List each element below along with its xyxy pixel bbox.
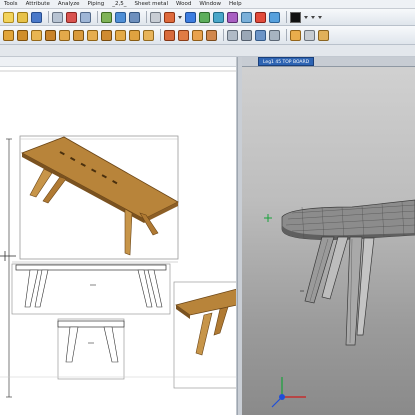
pan-icon[interactable] — [199, 11, 210, 23]
dowel-icon[interactable] — [73, 29, 84, 41]
partial-table-top[interactable] — [175, 288, 237, 316]
print-icon[interactable] — [52, 11, 63, 23]
drawing-sheet-view[interactable] — [0, 57, 237, 415]
menu-tools[interactable]: Tools — [0, 0, 22, 9]
menu-sheet-metal[interactable]: Sheet metal — [131, 0, 172, 9]
joint-icon[interactable] — [59, 29, 70, 41]
menu-2-5d[interactable]: _2,5_ — [108, 0, 130, 9]
assembly-icon[interactable] — [255, 11, 266, 23]
standard-toolbar — [0, 9, 415, 26]
menu-attribute[interactable]: Attribute — [22, 0, 54, 9]
save-icon[interactable] — [31, 11, 42, 23]
sheet-icon[interactable] — [241, 29, 252, 41]
part-icon[interactable] — [241, 11, 252, 23]
material-icon[interactable] — [192, 29, 203, 41]
hinge-icon[interactable] — [87, 29, 98, 41]
texture-icon[interactable] — [227, 29, 238, 41]
dropdown-arrow-icon[interactable] — [178, 15, 182, 19]
iso-leg-front-right[interactable] — [124, 208, 133, 256]
drill-icon[interactable] — [31, 29, 42, 41]
render-icon[interactable] — [227, 11, 238, 23]
undo-icon[interactable] — [101, 11, 112, 23]
toolbar-separator — [286, 29, 287, 41]
menu-piping[interactable]: Piping — [84, 0, 109, 9]
linestyle-dropdown-icon[interactable] — [311, 15, 315, 19]
toolbar-separator — [97, 11, 98, 23]
toolbar-separator — [160, 29, 161, 41]
view-icon[interactable] — [269, 11, 280, 23]
menu-window[interactable]: Window — [195, 0, 225, 9]
redo-icon[interactable] — [115, 11, 126, 23]
cabinet-icon[interactable] — [143, 29, 154, 41]
dimension-icon[interactable] — [255, 29, 266, 41]
drawing-canvas[interactable] — [0, 57, 237, 415]
side-view-top[interactable] — [15, 264, 167, 271]
groove-icon[interactable] — [45, 29, 56, 41]
front-view-leg-left — [65, 326, 79, 363]
color-icon[interactable] — [206, 29, 217, 41]
label-icon[interactable] — [269, 29, 280, 41]
cutlist-icon[interactable] — [178, 29, 189, 41]
axis-origin — [279, 394, 285, 400]
color-dropdown-icon[interactable] — [304, 15, 308, 19]
handle-icon[interactable] — [101, 29, 112, 41]
axis-triad[interactable] — [271, 377, 306, 408]
cad-application-window: Tools Attribute Analyze Piping _2,5_ She… — [0, 0, 415, 415]
panel-icon[interactable] — [129, 29, 140, 41]
settings-icon[interactable] — [318, 29, 329, 41]
3d-model-view[interactable]: Leg1 45 TOP BOARD — [242, 57, 415, 415]
toolbar-gap — [0, 45, 415, 57]
linewidth-dropdown-icon[interactable] — [318, 15, 322, 19]
toolbar-separator — [286, 11, 287, 23]
menu-bar: Tools Attribute Analyze Piping _2,5_ She… — [0, 0, 415, 9]
cut-icon[interactable] — [66, 11, 77, 23]
menu-wood[interactable]: Wood — [172, 0, 195, 9]
toolbar-separator — [223, 29, 224, 41]
partial-leg-left — [195, 312, 213, 356]
select-icon[interactable] — [129, 11, 140, 23]
export-icon[interactable] — [290, 29, 301, 41]
rotate-icon[interactable] — [213, 11, 224, 23]
grid-icon[interactable] — [304, 29, 315, 41]
menu-analyze[interactable]: Analyze — [54, 0, 84, 9]
board-icon[interactable] — [3, 29, 14, 41]
partial-leg-right — [213, 306, 229, 336]
front-view-leg-right — [103, 326, 119, 363]
zoom-icon[interactable] — [185, 11, 196, 23]
toolbar-separator — [146, 11, 147, 23]
measure-icon[interactable] — [164, 11, 175, 23]
copy-icon[interactable] — [80, 11, 91, 23]
list-icon[interactable] — [164, 29, 175, 41]
leg-icon[interactable] — [115, 29, 126, 41]
open-icon[interactable] — [17, 11, 28, 23]
menu-help[interactable]: Help — [225, 0, 246, 9]
layer-icon[interactable] — [150, 11, 161, 23]
new-icon[interactable] — [3, 11, 14, 23]
3d-canvas[interactable] — [242, 57, 415, 415]
toolbar-separator — [48, 11, 49, 23]
wood-toolbar — [0, 26, 415, 45]
color-picker-swatch[interactable] — [290, 11, 301, 23]
front-view-top[interactable] — [57, 320, 125, 328]
edge-icon[interactable] — [17, 29, 28, 41]
